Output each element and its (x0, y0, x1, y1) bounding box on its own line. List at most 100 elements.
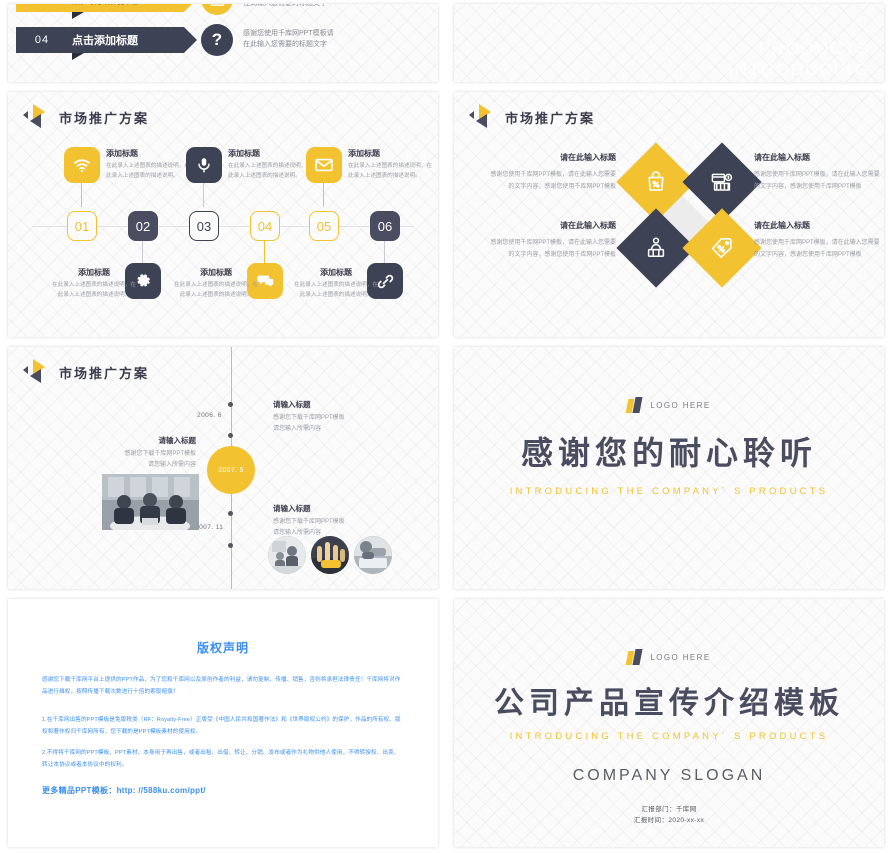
arrow-row-number: 03 (16, 4, 68, 5)
diamond-text-4: 请在此输入标题 感谢您使用千库网PPT模板，请在此输入您需要的文字内容，感谢您使… (754, 220, 884, 261)
timeline-dot (228, 511, 233, 516)
slide-section-divider[interactable]: PRODUCTS INTRODUCING (454, 4, 884, 82)
thumbnail-cell-arrow-list[interactable]: 03 点击添加标题 感谢您使用千库网PPT模板请 在此输入您需要的标题文字 (0, 0, 446, 88)
connector-stem (323, 183, 325, 207)
timeline-dot (228, 433, 233, 438)
timeline-entry-2: 请输入标题 感谢您下载千库网PPT模板 请您输入所需内容 (76, 435, 196, 471)
timeline-photo-round-2 (311, 536, 349, 574)
step-heading: 添加标题 (320, 268, 352, 277)
step-text-01: 添加标题 在此录入上述图表的描述说明，在此录入上述图表的描述说明。 (106, 148, 192, 181)
timeline-photo-round-1 (268, 536, 306, 574)
diamond-text-1: 请在此输入标题 感谢您使用千库网PPT模板，请在此输入您需要的文字内容，感谢您使… (486, 152, 616, 193)
thumbnail-cell-section-divider[interactable]: PRODUCTS INTRODUCING (446, 0, 892, 88)
slide-vertical-timeline[interactable]: 市场推广方案 2006. 6 2007. 5 2007. 11 请输入标题 感谢… (8, 347, 438, 589)
timeline-dot (228, 402, 233, 407)
slide-thanks[interactable]: LOGO HERE 感谢您的耐心聆听 INTRODUCING THE COMPA… (454, 347, 884, 589)
page-title: 市场推广方案 (59, 110, 150, 126)
slide-arrow-list[interactable]: 03 点击添加标题 感谢您使用千库网PPT模板请 在此输入您需要的标题文字 (8, 4, 438, 82)
section-header: 市场推广方案 (23, 359, 149, 385)
arrow-notch (72, 12, 84, 19)
page-title: 市场推广方案 (505, 110, 596, 126)
thumbnail-cell-copyright[interactable]: 版权声明 感谢您下载千库网平台上提供的PPT作品，为了您和千库网以及原创作者的利… (0, 595, 446, 853)
copyright-paragraph-2: 1.在千库网出售的PPT模板是免版税类（RF：Royalty-Free）正版受《… (42, 717, 401, 736)
question-icon: ? (201, 24, 233, 56)
timeline-year-2-highlight: 2007. 5 (207, 446, 255, 494)
diamond-desc: 感谢您使用千库网PPT模板，请在此输入您需要的文字内容，感谢您使用千库网PPT模… (754, 240, 880, 258)
cover-slogan: COMPANY SLOGAN (572, 767, 766, 784)
step-text-02: 添加标题 在此录入上述图表的描述说明，在此录入上述图表的描述说明。 (51, 267, 137, 300)
arrow-row-desc: 感谢您使用千库网PPT模板请 在此输入您需要的标题文字 (243, 4, 334, 10)
cover-content: LOGO HERE 公司产品宣传介绍模板 INTRODUCING THE COM… (454, 649, 884, 827)
microphone-icon (186, 147, 222, 183)
arrow-row-03[interactable]: 03 点击添加标题 感谢您使用千库网PPT模板请 在此输入您需要的标题文字 (16, 4, 334, 19)
slide-copyright[interactable]: 版权声明 感谢您下载千库网平台上提供的PPT作品，为了您和千库网以及原创作者的利… (8, 599, 438, 847)
timeline-dot (228, 543, 233, 548)
step-heading: 添加标题 (228, 149, 260, 158)
logo-mark-icon (626, 397, 644, 414)
more-url[interactable]: http: //588ku.com/ppt/ (117, 786, 206, 795)
thanks-subtitle: INTRODUCING THE COMPANY` S PRODUCTS (509, 486, 829, 497)
step-desc: 在此录入上述图表的描述说明，在此录入上述图表的描述说明。 (52, 282, 136, 298)
step-number-06: 06 (370, 211, 400, 241)
timeline-year-3: 2007. 11 (195, 524, 224, 531)
timeline-desc-line1: 感谢您下载千库网PPT模板 (273, 415, 345, 421)
timeline-desc-line1: 感谢您下载千库网PPT模板 (124, 451, 196, 457)
thumbnail-cell-vertical-timeline[interactable]: 市场推广方案 2006. 6 2007. 5 2007. 11 请输入标题 感谢… (0, 343, 446, 595)
timeline-photo-round-3 (354, 536, 392, 574)
diamond-text-2: 请在此输入标题 感谢您使用千库网PPT模板，请在此输入您需要的文字内容，感谢您使… (754, 152, 884, 193)
step-desc: 在此录入上述图表的描述说明，在此录入上述图表的描述说明。 (174, 282, 258, 298)
slide-four-diamond[interactable]: 市场推广方案 请在此输入标题 感谢您使用千库网PPT模板，请在此输入您需要的文字… (454, 92, 884, 337)
logo-text: LOGO HERE (650, 401, 711, 410)
cover-headline: 公司产品宣传介绍模板 (494, 687, 844, 720)
step-number-01: 01 (67, 211, 97, 241)
arrow-row-desc-line2: 在此输入您需要的标题文字 (243, 4, 334, 10)
arrow-row-desc-line1: 感谢您使用千库网PPT模板请 (243, 30, 334, 38)
copyright-paragraph-1: 感谢您下载千库网平台上提供的PPT作品，为了您和千库网以及原创作者的利益，请勿复… (42, 677, 401, 696)
timeline-entry-3: 请输入标题 感谢您下载千库网PPT模板 请您输入所需内容 (273, 503, 393, 539)
step-heading: 添加标题 (200, 268, 232, 277)
envelope-icon (306, 147, 342, 183)
cover-meta: 汇报部门：千库网 汇报时间：2020-xx-xx (454, 804, 884, 827)
thumbnail-cell-six-step[interactable]: 市场推广方案 01 添加标题 在此录入上述图表的描述说明，在此录入上述图表的描述… (0, 88, 446, 343)
thumbnail-cell-cover[interactable]: LOGO HERE 公司产品宣传介绍模板 INTRODUCING THE COM… (446, 595, 892, 853)
diamond-desc: 感谢您使用千库网PPT模板，请在此输入您需要的文字内容，感谢您使用千库网PPT模… (754, 172, 880, 190)
thanks-headline: 感谢您的耐心聆听 (520, 435, 817, 471)
slide-six-step[interactable]: 市场推广方案 01 添加标题 在此录入上述图表的描述说明，在此录入上述图表的描述… (8, 92, 438, 337)
wifi-icon (64, 147, 100, 183)
play-arrow-icon (23, 359, 52, 385)
timeline-heading: 请输入标题 (273, 504, 311, 513)
thumbnail-cell-four-diamond[interactable]: 市场推广方案 请在此输入标题 感谢您使用千库网PPT模板，请在此输入您需要的文字… (446, 88, 892, 343)
diamond-heading: 请在此输入标题 (560, 221, 616, 230)
thanks-content: LOGO HERE 感谢您的耐心聆听 INTRODUCING THE COMPA… (454, 397, 884, 497)
logo-text: LOGO HERE (650, 653, 711, 662)
cover-meta-department: 汇报部门：千库网 (641, 806, 697, 813)
logo: LOGO HERE (454, 397, 884, 414)
diamond-text-3: 请在此输入标题 感谢您使用千库网PPT模板，请在此输入您需要的文字内容，感谢您使… (486, 220, 616, 261)
connector-stem (264, 241, 266, 263)
step-heading: 添加标题 (348, 149, 380, 158)
play-arrow-icon (23, 104, 52, 130)
step-number-04: 04 (250, 211, 280, 241)
logo: LOGO HERE (454, 649, 884, 666)
step-desc: 在此录入上述图表的描述说明，在此录入上述图表的描述说明。 (348, 163, 432, 179)
connector-stem (384, 241, 386, 263)
step-number-02: 02 (128, 211, 158, 241)
arrow-row-04[interactable]: 04 点击添加标题 ? 感谢您使用千库网PPT模板请 在此输入您需要的标题文字 (16, 24, 334, 60)
connector-stem (203, 183, 205, 207)
arrow-row-desc: 感谢您使用千库网PPT模板请 在此输入您需要的标题文字 (243, 29, 334, 51)
logo-mark-icon (626, 649, 644, 666)
cover-subtitle: INTRODUCING THE COMPANY` S PRODUCTS (509, 731, 829, 742)
step-number-05: 05 (309, 211, 339, 241)
cover-meta-date: 汇报时间：2020-xx-xx (633, 817, 705, 825)
diamond-desc: 感谢您使用千库网PPT模板，请在此输入您需要的文字内容，感谢您使用千库网PPT模… (490, 240, 616, 258)
timeline-photo-meeting (102, 474, 199, 530)
section-header: 市场推广方案 (469, 104, 596, 130)
diamond-heading: 请在此输入标题 (754, 221, 810, 230)
step-desc: 在此录入上述图表的描述说明，在此录入上述图表的描述说明。 (106, 163, 190, 179)
copyright-paragraph-3: 2.不得将千库网的PPT模板、PPT素材、本身用于再出售，或者出租、出借、转让、… (42, 750, 400, 769)
arrow-bar-yellow: 03 点击添加标题 (16, 4, 197, 19)
more-label: 更多精品PPT模板： (42, 786, 117, 796)
thumbnail-cell-thanks[interactable]: LOGO HERE 感谢您的耐心聆听 INTRODUCING THE COMPA… (446, 343, 892, 595)
slide-cover[interactable]: LOGO HERE 公司产品宣传介绍模板 INTRODUCING THE COM… (454, 599, 884, 847)
timeline-heading: 请输入标题 (158, 436, 197, 445)
